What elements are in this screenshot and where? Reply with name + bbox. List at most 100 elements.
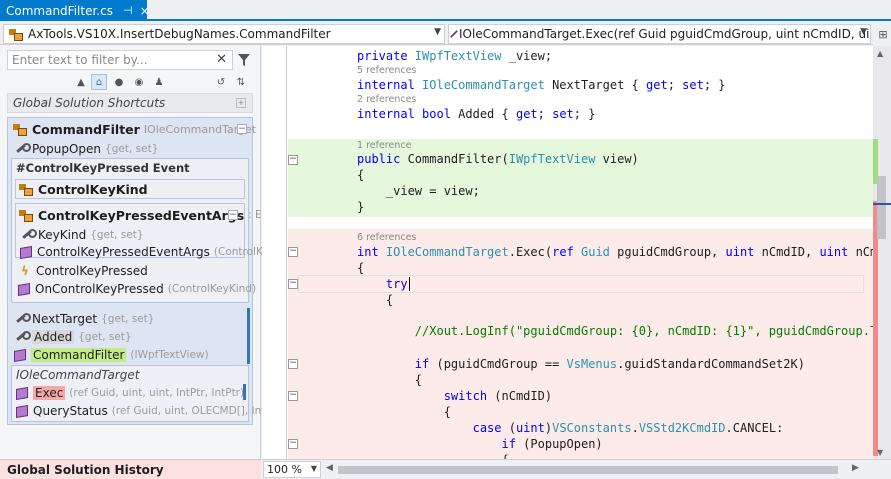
arrow-up-icon[interactable]: ▲: [73, 74, 89, 90]
member-signature: (ref Guid, uint, OLECMD[], IntPtr): [111, 405, 285, 417]
region-controlkeypressed: #ControlKeyPressed Event ControlKeyKind …: [11, 158, 285, 303]
user-group-icon[interactable]: ♟: [151, 74, 167, 90]
collapse-icon[interactable]: −: [288, 247, 298, 257]
member-name: QueryStatus: [33, 404, 108, 418]
member-name: KeyKind: [38, 228, 87, 242]
collapse-icon[interactable]: −: [288, 155, 298, 165]
member-signature: {get, set}: [90, 229, 144, 241]
code-comment-line: //Xout.LogInf("pguidCmdGroup: {0}, nCmdI…: [357, 324, 873, 338]
member-onevent[interactable]: OnControlKeyPressed (ControlKeyKind): [18, 280, 256, 298]
code-line: internal bool Added { get; set; }: [357, 107, 596, 121]
member-name: ControlKeyPressed: [36, 264, 148, 278]
filter-input[interactable]: Enter text to filter by... ✕: [7, 50, 233, 70]
member-nexttarget[interactable]: NextTarget {get, set}: [14, 310, 154, 328]
horizontal-scroll-thumb[interactable]: [338, 466, 838, 474]
expand-icon[interactable]: +: [236, 98, 246, 108]
collapse-icon[interactable]: −: [228, 210, 238, 220]
member-name: NextTarget: [32, 312, 98, 326]
method-icon: [20, 245, 32, 259]
member-name: Exec: [33, 386, 66, 400]
method-icon: [16, 386, 28, 400]
class-icon: [12, 122, 28, 136]
pin-icon[interactable]: ⊣: [123, 4, 133, 17]
eventargs-name: ControlKeyPressedEventArgs: [38, 207, 245, 223]
global-solution-history-header[interactable]: Global Solution History: [0, 459, 261, 479]
home-icon[interactable]: ⌂: [91, 74, 107, 90]
property-icon: [14, 142, 31, 156]
member-exec[interactable]: Exec (ref Guid, uint, uint, IntPtr, IntP…: [16, 384, 244, 402]
member-commandfilter-ctor[interactable]: CommandFilter (IWpfTextView): [14, 346, 209, 364]
scroll-right-arrow-icon[interactable]: ▶: [852, 463, 859, 473]
member-querystatus[interactable]: QueryStatus (ref Guid, uint, OLECMD[], I…: [16, 402, 284, 420]
chevron-down-icon: ▼: [434, 27, 441, 37]
interface-region-label[interactable]: IOleCommandTarget: [16, 366, 139, 384]
refresh-icon[interactable]: ⇅: [233, 74, 249, 90]
collapse-icon[interactable]: −: [288, 359, 298, 369]
split-icon: ⊞: [878, 27, 888, 41]
enum-node[interactable]: ControlKeyKind: [15, 179, 245, 199]
member-name: ControlKeyPressedEventArgs: [37, 245, 210, 259]
member-signature: {get, set}: [101, 313, 155, 325]
property-icon: [20, 228, 37, 242]
collapse-icon[interactable]: −: [237, 124, 247, 134]
scroll-indicator: [247, 308, 250, 364]
member-keykind[interactable]: KeyKind {get, set}: [20, 226, 144, 244]
code-editor[interactable]: private IWpfTextView _view; 5 references…: [262, 46, 873, 459]
gutter-divider: [286, 46, 287, 459]
class-node-commandfilter: CommandFilter IOleCommandTarget − PopupO…: [7, 117, 285, 425]
code-line: {: [357, 373, 423, 387]
reference-count[interactable]: 2 references: [357, 94, 416, 106]
zoom-dropdown[interactable]: 100 % ▼: [263, 461, 321, 478]
code-line: {: [357, 405, 451, 419]
property-icon: [14, 312, 31, 326]
filter-placeholder: Enter text to filter by...: [12, 53, 148, 67]
funnel-icon[interactable]: [237, 53, 251, 67]
code-navigator-panel: Enter text to filter by... ✕ ▲ ⌂ ● ◉ ♟ ↺…: [0, 46, 285, 459]
region-label[interactable]: #ControlKeyPressed Event: [16, 159, 190, 177]
member-popupopen[interactable]: PopupOpen {get, set}: [14, 140, 158, 158]
clear-filter-icon[interactable]: ✕: [216, 52, 227, 67]
scroll-thumb[interactable]: [877, 176, 886, 239]
tab-title: CommandFilter.cs: [6, 3, 113, 18]
target-icon[interactable]: ◉: [131, 74, 147, 90]
class-header[interactable]: CommandFilter IOleCommandTarget: [12, 120, 256, 138]
shortcuts-header-label: Global Solution Shortcuts: [13, 96, 166, 110]
member-selector-dropdown[interactable]: IOleCommandTarget.Exec(ref Guid pguidCmd…: [448, 24, 871, 44]
code-line: case (uint)VSConstants.VSStd2KCmdID.CANC…: [472, 421, 784, 435]
class-selector-dropdown[interactable]: AxTools.VS10X.InsertDebugNames.CommandFi…: [3, 24, 445, 44]
global-solution-shortcuts-header[interactable]: Global Solution Shortcuts +: [7, 93, 253, 113]
eventargs-base: : E: [248, 209, 262, 221]
code-line: if (PopupOpen): [501, 437, 603, 451]
reference-count[interactable]: 6 references: [357, 232, 416, 244]
method-icon: [450, 30, 458, 38]
horizontal-scrollbar[interactable]: ◀ ▶: [324, 463, 864, 476]
code-line: private IWpfTextView _view;: [357, 49, 553, 63]
member-event[interactable]: ϟ ControlKeyPressed: [18, 262, 148, 280]
tab-commandfilter[interactable]: CommandFilter.cs ⊣ ×: [0, 0, 150, 21]
close-icon[interactable]: ×: [140, 4, 150, 18]
collapse-icon[interactable]: −: [288, 279, 298, 289]
reference-count[interactable]: 5 references: [357, 65, 416, 77]
code-line: internal IOleCommandTarget NextTarget { …: [357, 78, 726, 92]
scroll-up-arrow-icon[interactable]: ▲: [877, 49, 883, 58]
split-window-button[interactable]: ⊞: [873, 23, 891, 45]
code-line: _view = view;: [357, 184, 480, 198]
scroll-down-arrow-icon[interactable]: ▼: [877, 448, 883, 457]
zoom-value: 100 %: [267, 463, 302, 476]
member-ctor-eventargs[interactable]: ControlKeyPressedEventArgs (ControlKeyKi: [20, 243, 285, 261]
code-line: public CommandFilter(IWpfTextView view): [357, 152, 639, 166]
collapse-icon[interactable]: −: [288, 391, 298, 401]
collapse-icon[interactable]: −: [288, 439, 298, 449]
code-line: {: [357, 168, 365, 182]
scroll-left-arrow-icon[interactable]: ◀: [326, 463, 333, 473]
scroll-marker-red: [873, 201, 878, 456]
member-added[interactable]: Added {get, set}: [14, 328, 132, 346]
navigation-bar: AxTools.VS10X.InsertDebugNames.CommandFi…: [0, 23, 891, 45]
vertical-scrollbar[interactable]: ▲ ▼: [873, 46, 891, 459]
code-line: try: [385, 277, 410, 291]
history-icon[interactable]: ↺: [213, 74, 229, 90]
member-signature: (ControlKeyKind): [167, 283, 257, 295]
class-eventargs[interactable]: ControlKeyPressedEventArgs : E: [18, 206, 262, 224]
document-tab-strip: CommandFilter.cs ⊣ ×: [0, 0, 891, 21]
user-icon[interactable]: ●: [111, 74, 127, 90]
